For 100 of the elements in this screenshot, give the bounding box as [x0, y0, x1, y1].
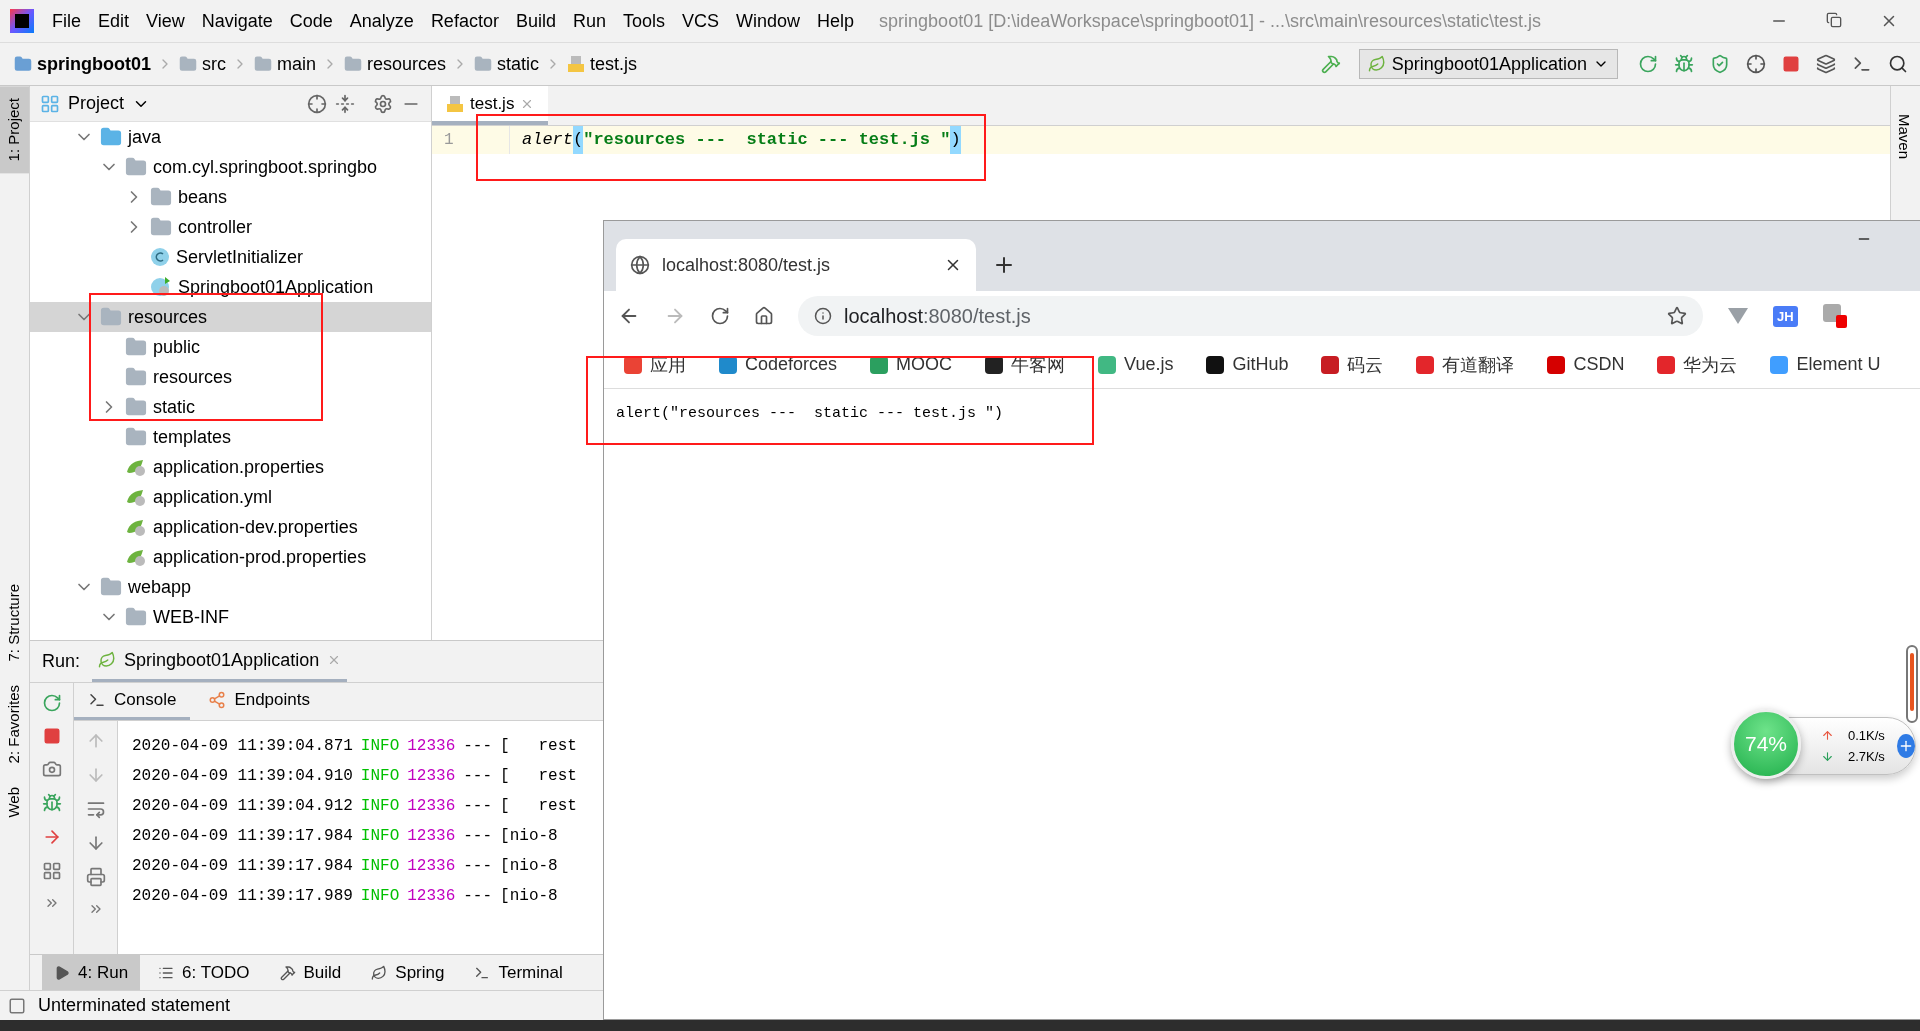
code-token: "resources --- static --- test.js "	[583, 129, 951, 151]
tool-window-tab[interactable]: 6: TODO	[146, 955, 262, 990]
browser-tab[interactable]: localhost:8080/test.js	[616, 239, 976, 291]
menu-item[interactable]: Tools	[622, 10, 665, 32]
tree-row[interactable]: Springboot01Application	[30, 272, 431, 302]
menu-item[interactable]: Analyze	[349, 10, 414, 32]
camera-icon[interactable]	[41, 759, 62, 779]
menu-item[interactable]: Run	[572, 10, 606, 32]
tool-window-tab[interactable]: Build	[267, 955, 354, 990]
tree-row[interactable]: templates	[30, 422, 431, 452]
menu-item[interactable]: File	[52, 10, 81, 32]
tree-item-label: java	[128, 126, 162, 148]
code-token: )	[950, 126, 961, 154]
coverage-icon[interactable]	[1710, 54, 1730, 74]
soft-wrap-icon[interactable]	[85, 799, 106, 819]
menu-item[interactable]: Code	[289, 10, 333, 32]
tree-row[interactable]: webapp	[30, 572, 431, 602]
leaf-icon	[371, 964, 388, 981]
breadcrumb[interactable]: resources	[367, 53, 447, 75]
reload-icon[interactable]	[710, 306, 730, 326]
tree-row[interactable]: resources	[30, 302, 431, 332]
tool-window-tab[interactable]: 2: Favorites	[0, 673, 29, 776]
search-icon[interactable]	[1888, 54, 1908, 74]
tree-row[interactable]: WEB-INF	[30, 602, 431, 632]
bookmark[interactable]: Codeforces	[719, 354, 838, 375]
log-level: INFO	[360, 857, 400, 875]
breadcrumb[interactable]: springboot01	[37, 53, 151, 75]
menu-item[interactable]: Edit	[98, 10, 130, 32]
log-timestamp: 2020-04-09 11:39:04.912	[132, 797, 353, 815]
tool-window-tab[interactable]: Web	[0, 775, 29, 830]
terminal-icon[interactable]	[1852, 54, 1872, 74]
address-bar[interactable]: localhost:8080/test.js	[798, 296, 1703, 336]
tool-window-tab[interactable]: 4: Run	[42, 955, 141, 990]
debug-icon[interactable]	[1674, 54, 1694, 74]
tree-row[interactable]: application-prod.properties	[30, 542, 431, 572]
tool-window-tab[interactable]: Terminal	[462, 955, 575, 990]
console-tab[interactable]: Endpoints	[194, 683, 324, 720]
build-hammer-icon[interactable]	[1320, 54, 1341, 74]
breadcrumb[interactable]: src	[202, 53, 226, 75]
tree-item-label: static	[153, 396, 195, 418]
menu-item[interactable]: View	[146, 10, 185, 32]
editor-tab[interactable]: test.js	[432, 86, 549, 125]
collapse-all-icon[interactable]	[335, 93, 355, 114]
tab-label: test.js	[470, 93, 515, 114]
rerun-icon[interactable]	[1638, 54, 1658, 74]
menu-item[interactable]: Navigate	[201, 10, 273, 32]
menu-item[interactable]: Build	[515, 10, 556, 32]
menu-item[interactable]: Window	[736, 10, 801, 32]
tree-row[interactable]: com.cyl.springboot.springbo	[30, 152, 431, 182]
tree-row[interactable]: application.yml	[30, 482, 431, 512]
extension-badge[interactable]: JH	[1773, 305, 1798, 327]
settings-icon[interactable]	[373, 93, 393, 114]
tree-row[interactable]: application.properties	[30, 452, 431, 482]
home-icon[interactable]	[754, 306, 774, 326]
run-tab[interactable]: Springboot01Application	[92, 641, 348, 682]
print-icon[interactable]	[85, 867, 106, 887]
folder-icon	[179, 55, 197, 73]
tool-window-tab[interactable]: Spring	[359, 955, 457, 990]
bug-icon[interactable]	[41, 793, 62, 813]
tree-row[interactable]: static	[30, 392, 431, 422]
panel-title[interactable]: Project	[68, 93, 125, 114]
project-structure-icon[interactable]	[1816, 54, 1836, 74]
bookmark-star-icon[interactable]	[1667, 306, 1687, 326]
tree-row[interactable]: java	[30, 122, 431, 152]
bookmark[interactable]: 华为云	[1657, 352, 1738, 377]
add-button[interactable]	[1896, 734, 1915, 758]
project-view-icon	[40, 93, 60, 114]
breadcrumb[interactable]: test.js	[590, 53, 638, 75]
log-pid: 12336	[407, 737, 456, 755]
rerun-icon[interactable]	[41, 693, 62, 713]
tool-window-tab[interactable]: 1: Project	[0, 86, 29, 174]
tool-window-tab[interactable]: 7: Structure	[0, 571, 29, 674]
run-configuration-dropdown[interactable]: Springboot01Application	[1358, 49, 1618, 79]
breadcrumb[interactable]: main	[277, 53, 317, 75]
extension-icon[interactable]	[1821, 303, 1848, 329]
menu-item[interactable]: Refactor	[430, 10, 499, 32]
tree-row[interactable]: beans	[30, 182, 431, 212]
profiler-icon[interactable]	[1746, 54, 1766, 74]
log-pid: 12336	[407, 797, 456, 815]
stop-icon[interactable]	[1782, 55, 1800, 73]
bookmark[interactable]: Vue.js	[1098, 354, 1174, 375]
tree-row[interactable]: application-dev.properties	[30, 512, 431, 542]
menu-item[interactable]: Help	[817, 10, 855, 32]
locate-icon[interactable]	[307, 93, 327, 114]
stop-icon[interactable]	[42, 727, 61, 745]
menu-item[interactable]: VCS	[682, 10, 719, 32]
bookmark[interactable]: 码云	[1321, 352, 1384, 377]
bookmark[interactable]: GitHub	[1206, 354, 1289, 375]
tree-row[interactable]: public	[30, 332, 431, 362]
restore-icon[interactable]	[1826, 12, 1842, 28]
tool-window-tab[interactable]: Maven	[1891, 86, 1918, 168]
tree-row[interactable]: ServletInitializer	[30, 242, 431, 272]
bookmark[interactable]: Element U	[1770, 354, 1881, 375]
bookmark[interactable]: CSDN	[1547, 354, 1625, 375]
bookmark[interactable]: 有道翻译	[1416, 352, 1515, 377]
layout-icon[interactable]	[41, 861, 62, 881]
breadcrumb[interactable]: static	[497, 53, 540, 75]
tree-row[interactable]: controller	[30, 212, 431, 242]
tree-row[interactable]: resources	[30, 362, 431, 392]
extension-icon[interactable]	[1727, 306, 1749, 326]
